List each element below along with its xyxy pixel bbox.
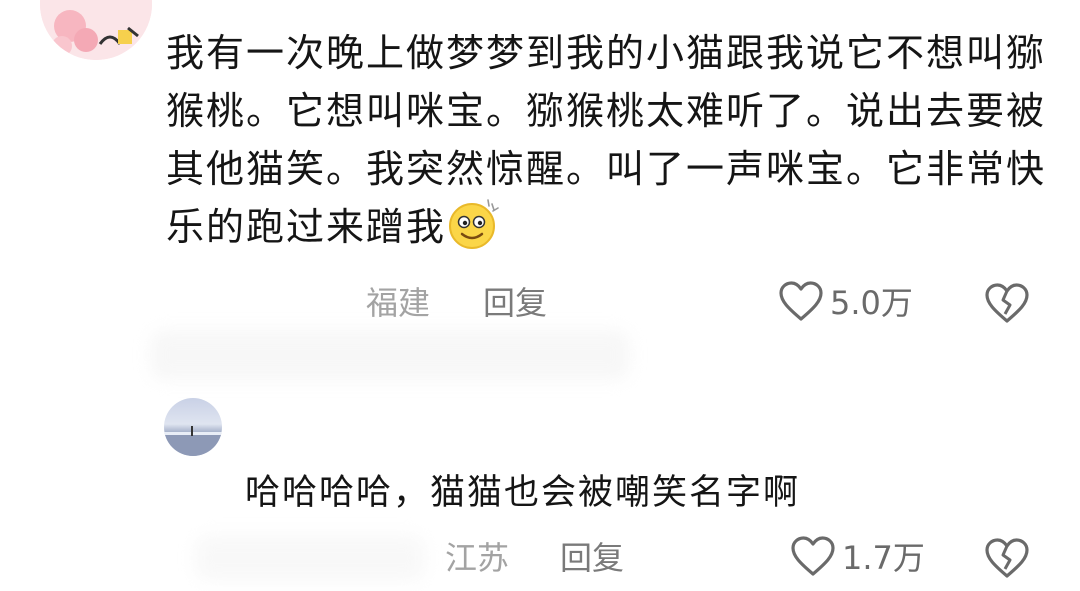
blurred-area (195, 535, 425, 581)
like-count: 5.0万 (830, 284, 913, 322)
heart-icon (778, 280, 824, 326)
like-button[interactable]: 1.7万 (790, 536, 925, 580)
avatar[interactable] (164, 398, 222, 456)
avatar[interactable] (40, 0, 152, 60)
broken-heart-icon (984, 537, 1030, 583)
blurred-area (150, 330, 630, 380)
broken-heart-icon (984, 282, 1030, 328)
dislike-button[interactable] (984, 282, 1030, 328)
heart-icon (790, 535, 836, 581)
dislike-button[interactable] (984, 537, 1030, 583)
like-button[interactable]: 5.0万 (778, 281, 913, 325)
reply-button[interactable]: 回复 (560, 538, 624, 578)
comment-body: 我有一次晚上做梦梦到我的小猫跟我说它不想叫猕猴桃。它想叫咪宝。猕猴桃太难听了。说… (166, 31, 1047, 249)
comment-location: 江苏 (445, 539, 510, 577)
like-count: 1.7万 (842, 539, 925, 577)
comment-text: 我有一次晚上做梦梦到我的小猫跟我说它不想叫猕猴桃。它想叫咪宝。猕猴桃太难听了。说… (166, 24, 1046, 256)
comment-text: 哈哈哈哈，猫猫也会被嘲笑名字啊 (245, 473, 801, 513)
reply-button[interactable]: 回复 (483, 283, 547, 323)
dizzy-smile-emoji (448, 198, 500, 250)
comment-location: 福建 (366, 284, 431, 322)
